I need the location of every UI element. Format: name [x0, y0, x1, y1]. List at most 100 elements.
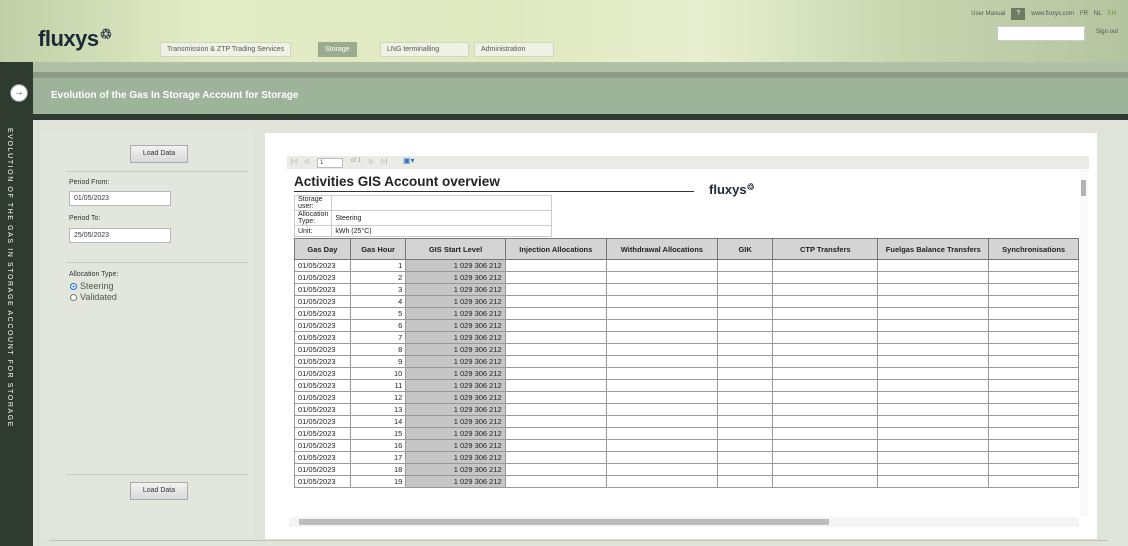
language-en[interactable]: EN — [1108, 11, 1116, 17]
gas-hour-cell: 12 — [349, 391, 407, 404]
ctp-transfers-cell — [772, 355, 879, 368]
tab-transmission[interactable]: Transmission & ZTP Trading Services — [160, 42, 292, 57]
arrow-right-icon[interactable]: → — [10, 84, 28, 102]
gas-day-cell: 01/05/2023 — [294, 259, 351, 272]
radio-unchecked-icon — [70, 293, 77, 301]
gas-hour-cell: 17 — [349, 451, 407, 464]
synchronisations-cell — [988, 427, 1079, 440]
gas-hour-cell: 8 — [349, 343, 407, 356]
column-header[interactable]: Gas Hour — [349, 238, 407, 260]
sign-out-link[interactable]: Sign out — [1096, 29, 1118, 35]
synchronisations-cell — [988, 295, 1079, 308]
meta-row: Storage user: — [293, 195, 553, 211]
report-logo: fluxys♲ — [709, 182, 755, 197]
gik-cell — [716, 379, 774, 392]
user-manual-link[interactable]: User Manual — [971, 11, 1005, 17]
gas-day-cell: 01/05/2023 — [294, 283, 351, 296]
divider — [66, 262, 248, 263]
table-header-row: Gas Day Gas Hour GIS Start Level Injecti… — [294, 238, 1079, 260]
scroll-thumb[interactable] — [299, 519, 829, 525]
gas-day-cell: 01/05/2023 — [294, 415, 351, 428]
injection-cell — [504, 367, 607, 380]
synchronisations-cell — [988, 343, 1079, 356]
withdrawal-cell — [605, 451, 718, 464]
column-header[interactable]: CTP Transfers — [772, 238, 879, 260]
column-header[interactable]: Synchronisations — [988, 238, 1079, 260]
withdrawal-cell — [605, 463, 718, 476]
column-header[interactable]: GIK — [716, 238, 774, 260]
report-meta-table: Storage user: Allocation Type: Steering … — [293, 195, 553, 237]
gas-day-cell: 01/05/2023 — [294, 331, 351, 344]
synchronisations-cell — [988, 439, 1079, 452]
gik-cell — [716, 355, 774, 368]
last-page-icon[interactable]: ▷| — [381, 158, 387, 165]
fuelgas-cell — [877, 331, 990, 344]
language-nl[interactable]: NL — [1094, 11, 1102, 17]
meta-row: Unit: kWh (25°C) — [293, 225, 553, 237]
injection-cell — [504, 355, 607, 368]
table-row: 01/05/2023 12 1 029 306 212 — [294, 391, 1079, 404]
page-count: of 1 — [351, 158, 362, 164]
injection-cell — [504, 343, 607, 356]
gas-day-cell: 01/05/2023 — [294, 355, 351, 368]
side-panel-label[interactable]: EVOLUTION OF THE GAS IN STORAGE ACCOUNT … — [6, 128, 24, 448]
injection-cell — [504, 427, 607, 440]
synchronisations-cell — [988, 307, 1079, 320]
radio-steering[interactable]: Steering — [70, 281, 114, 291]
table-row: 01/05/2023 18 1 029 306 212 — [294, 463, 1079, 476]
injection-cell — [504, 475, 607, 488]
report-title: Activities GIS Account overview — [294, 174, 500, 189]
synchronisations-cell — [988, 403, 1079, 416]
gas-day-cell: 01/05/2023 — [294, 367, 351, 380]
horizontal-scrollbar[interactable] — [289, 517, 1079, 527]
fluxys-logo[interactable]: fluxys♲ — [38, 26, 112, 52]
table-row: 01/05/2023 2 1 029 306 212 — [294, 271, 1079, 284]
gik-cell — [716, 475, 774, 488]
gas-hour-cell: 3 — [349, 283, 407, 296]
injection-cell — [504, 451, 607, 464]
vertical-scrollbar[interactable] — [1080, 170, 1088, 516]
scroll-thumb[interactable] — [1081, 180, 1086, 196]
column-header[interactable]: Gas Day — [294, 238, 351, 260]
prev-page-icon[interactable]: ◁ — [304, 158, 309, 165]
period-to-label: Period To: — [69, 215, 101, 222]
injection-cell — [504, 439, 607, 452]
title-underline — [294, 191, 694, 192]
column-header[interactable]: Withdrawal Allocations — [605, 238, 718, 260]
tab-administration[interactable]: Administration — [474, 42, 554, 57]
gik-cell — [716, 319, 774, 332]
period-from-field[interactable]: 01/05/2023 — [69, 191, 171, 206]
gik-cell — [716, 427, 774, 440]
column-header[interactable]: Fuelgas Balance Transfers — [877, 238, 990, 260]
fuelgas-cell — [877, 283, 990, 296]
column-header[interactable]: GIS Start Level — [405, 238, 506, 260]
period-to-field[interactable]: 25/05/2023 — [69, 228, 171, 243]
website-link[interactable]: www.fluxys.com — [1031, 11, 1074, 17]
gis-start-level-cell: 1 029 306 212 — [405, 319, 506, 332]
radio-validated[interactable]: Validated — [70, 292, 117, 302]
fluxys-mark-icon: ♲ — [99, 26, 113, 42]
allocation-type-label: Allocation Type: — [69, 271, 119, 278]
language-fr[interactable]: FR — [1080, 11, 1088, 17]
meta-row: Allocation Type: Steering — [293, 210, 553, 226]
help-icon[interactable]: ? — [1011, 8, 1026, 20]
withdrawal-cell — [605, 427, 718, 440]
load-data-button-bottom[interactable]: Load Data — [130, 482, 188, 500]
ctp-transfers-cell — [772, 475, 879, 488]
injection-cell — [504, 319, 607, 332]
export-icon[interactable]: ▣▾ — [403, 156, 415, 165]
first-page-icon[interactable]: |◁ — [291, 158, 297, 165]
gas-day-cell: 01/05/2023 — [294, 439, 351, 452]
withdrawal-cell — [605, 415, 718, 428]
tab-lng-terminalling[interactable]: LNG terminalling — [380, 42, 469, 57]
column-header[interactable]: Injection Allocations — [504, 238, 607, 260]
load-data-button-top[interactable]: Load Data — [130, 145, 188, 163]
injection-cell — [504, 403, 607, 416]
gis-start-level-cell: 1 029 306 212 — [405, 439, 506, 452]
tab-storage[interactable]: Storage — [318, 42, 357, 57]
gis-start-level-cell: 1 029 306 212 — [405, 307, 506, 320]
ctp-transfers-cell — [772, 307, 879, 320]
page-number-input[interactable]: 1 — [317, 158, 343, 168]
ctp-transfers-cell — [772, 379, 879, 392]
next-page-icon[interactable]: ▷ — [369, 158, 374, 165]
